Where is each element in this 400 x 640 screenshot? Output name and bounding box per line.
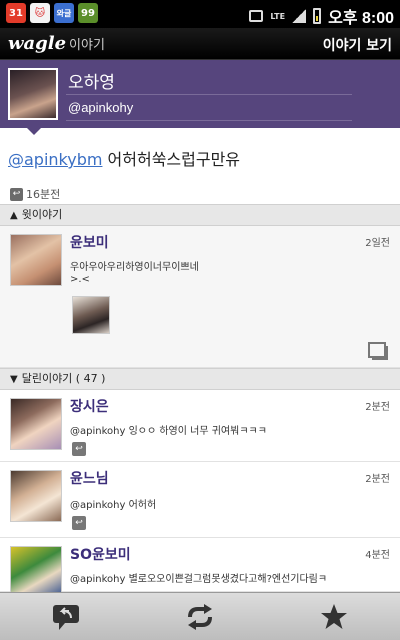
reply-button[interactable] (50, 601, 82, 633)
section-parent-story[interactable]: ▲ 윗이야기 (0, 204, 400, 226)
cat-icon: 🐱 (30, 3, 50, 23)
network-label: LTE (270, 11, 286, 21)
post-time: 16분전 (26, 188, 61, 201)
list-item[interactable]: 윤느님 2분전 @apinkohy 어허허 ↩ (0, 462, 400, 538)
post-text: @apinkybm 어허허쑥스럽구만유 (8, 146, 240, 170)
item-author-name[interactable]: 윤느님 (70, 468, 109, 488)
item-text: >.< (70, 274, 90, 285)
avatar[interactable] (10, 234, 62, 286)
item-time: 2일전 (365, 238, 390, 249)
avatar[interactable] (10, 546, 62, 598)
section-label: 윗이야기 (21, 208, 63, 221)
clock: 오후 8:00 (328, 10, 394, 27)
status-bar: 31 🐱 와글 99 LTE 오후 8:00 (0, 0, 400, 28)
item-time: 2분전 (365, 402, 390, 413)
post-body: 어허허쑥스럽구만유 (102, 150, 241, 169)
attached-photo[interactable] (72, 296, 110, 334)
tag-icon: 99 (78, 3, 98, 23)
item-text: @apinkohy 별로오오이쁜걸그럼못생겼다고해?엔선기다림ㅋ (70, 574, 328, 585)
parent-story-item[interactable]: 윤보미 2일전 우아우아우리하영이너무이쁘네 >.< (0, 226, 400, 368)
app-logo: wagle 이야기 (8, 33, 105, 54)
favorite-star-icon (321, 604, 347, 629)
notification-icons: 31 🐱 와글 99 (6, 3, 98, 23)
item-time: 2분전 (365, 474, 390, 485)
item-text: 우아우아우리하영이너무이쁘네 (70, 262, 199, 273)
system-status: LTE 오후 8:00 (249, 4, 394, 28)
avatar[interactable] (10, 398, 62, 450)
divider (66, 120, 352, 121)
item-text: @apinkohy 어허허 (70, 500, 157, 511)
item-text: @apinkohy 잉ㅇㅇ 하영이 너무 귀여붜ㅋㅋㅋ (70, 426, 267, 437)
logo-wordmark: wagle (8, 33, 67, 54)
collapse-down-icon: ▼ (10, 374, 18, 385)
list-item[interactable]: SO윤보미 4분전 @apinkohy 별로오오이쁜걸그럼못생겼다고해?엔선기다… (0, 538, 400, 598)
screen-icon (249, 10, 264, 22)
collapse-up-icon: ▲ (10, 210, 18, 221)
avatar[interactable] (10, 470, 62, 522)
list-item[interactable]: 장시은 2분전 @apinkohy 잉ㅇㅇ 하영이 너무 귀여붜ㅋㅋㅋ ↩ (0, 390, 400, 462)
divider (66, 94, 352, 95)
speech-pointer (26, 127, 42, 135)
page-title: 이야기 보기 (322, 38, 392, 54)
retweet-icon (188, 604, 212, 630)
action-bar (0, 592, 400, 640)
reply-icon: ↩ (10, 187, 23, 201)
reply-icon[interactable]: ↩ (72, 516, 86, 530)
item-author-name[interactable]: 윤보미 (70, 232, 109, 252)
item-author-name[interactable]: 장시은 (70, 396, 109, 416)
item-time: 4분전 (365, 550, 390, 561)
author-avatar[interactable] (8, 68, 58, 120)
author-profile[interactable]: 오하영 @apinkohy (0, 60, 400, 128)
battery-icon (313, 8, 322, 24)
post-meta: ↩ 16분전 (10, 186, 60, 202)
wagle-icon: 와글 (54, 3, 74, 23)
item-author-name[interactable]: SO윤보미 (70, 544, 131, 564)
author-name[interactable]: 오하영 (68, 68, 115, 93)
app-header: wagle 이야기 이야기 보기 (0, 28, 400, 60)
retweet-button[interactable] (184, 601, 216, 633)
gallery-icon[interactable] (368, 342, 388, 360)
author-handle[interactable]: @apinkohy (68, 100, 133, 115)
post-mention-link[interactable]: @apinkybm (8, 150, 102, 169)
favorite-button[interactable] (318, 601, 350, 633)
reply-icon (53, 605, 79, 630)
signal-icon (292, 9, 307, 23)
reply-icon[interactable]: ↩ (72, 442, 86, 456)
logo-suffix: 이야기 (69, 38, 105, 53)
section-label: 달린이야기 ( 47 ) (21, 372, 106, 385)
calendar-icon: 31 (6, 3, 26, 23)
section-replies[interactable]: ▼ 달린이야기 ( 47 ) (0, 368, 400, 390)
